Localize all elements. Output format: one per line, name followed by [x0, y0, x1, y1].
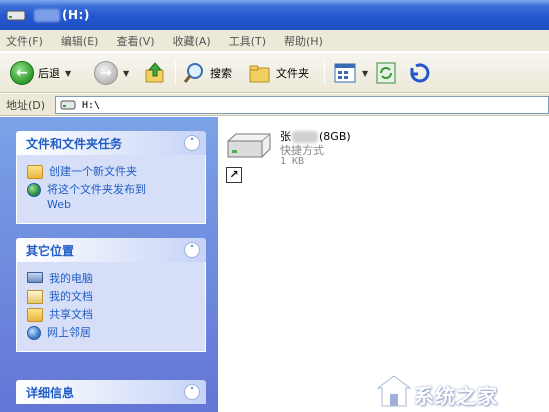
file-tasks-header[interactable]: 文件和文件夹任务 ˄ [16, 131, 206, 155]
task-new-folder[interactable]: 创建一个新文件夹 [27, 164, 195, 179]
file-item-shortcut[interactable]: ↗ 张 (8GB) 快捷方式 1 KB [222, 127, 402, 187]
title-redaction [34, 9, 60, 22]
views-dropdown-icon[interactable]: ▼ [362, 69, 368, 78]
new-folder-icon [27, 165, 43, 179]
details-header[interactable]: 详细信息 ˅ [16, 380, 206, 404]
details-panel: 详细信息 ˅ [16, 380, 206, 404]
folders-label: 文件夹 [276, 67, 309, 80]
menu-bar: 文件(F) 编辑(E) 查看(V) 收藏(A) 工具(T) 帮助(H) [0, 30, 549, 52]
place-my-documents-label: 我的文档 [49, 290, 93, 303]
place-network-label: 网上邻居 [47, 326, 91, 339]
task-pane: 文件和文件夹任务 ˄ 创建一个新文件夹 将这个文件夹发布到 Web 其它位置 ˄ [0, 117, 218, 412]
sync-button[interactable] [375, 59, 397, 87]
back-arrow-icon: ← [10, 61, 34, 85]
publish-web-icon [27, 183, 41, 197]
details-title: 详细信息 [26, 385, 75, 400]
window-title: (H:) [62, 8, 90, 22]
other-places-title: 其它位置 [26, 243, 75, 258]
back-label: 后退 [38, 67, 60, 80]
place-my-computer[interactable]: 我的电脑 [27, 271, 195, 286]
network-places-icon [27, 326, 41, 340]
sync-icon [376, 62, 396, 84]
address-field[interactable]: H:\ [55, 96, 549, 114]
forward-dropdown-icon[interactable]: ▼ [123, 69, 129, 78]
back-button[interactable]: ← 后退 ▼ [10, 59, 71, 87]
back-dropdown-icon[interactable]: ▼ [65, 69, 71, 78]
task-new-folder-label: 创建一个新文件夹 [49, 165, 137, 178]
drive-icon [6, 10, 26, 21]
search-icon [183, 63, 203, 83]
folders-icon [249, 65, 270, 83]
place-shared-documents[interactable]: 共享文档 [27, 307, 195, 322]
shortcut-arrow-icon: ↗ [226, 167, 242, 183]
collapse-chevron-up-icon[interactable]: ˄ [184, 242, 200, 258]
task-publish-web[interactable]: 将这个文件夹发布到 Web [27, 182, 195, 212]
address-bar: 地址(D) H:\ [0, 94, 549, 116]
menu-file[interactable]: 文件(F) [6, 33, 43, 49]
task-publish-web-label: 将这个文件夹发布到 Web [47, 182, 146, 212]
menu-view[interactable]: 查看(V) [116, 33, 154, 49]
toolbar-separator [324, 61, 325, 85]
address-value: H:\ [82, 99, 101, 111]
place-my-documents[interactable]: 我的文档 [27, 289, 195, 304]
views-icon [334, 63, 356, 83]
up-folder-icon [145, 62, 164, 83]
undo-button[interactable] [406, 59, 430, 87]
forward-button[interactable]: → ▼ [94, 59, 129, 87]
menu-favorites[interactable]: 收藏(A) [173, 33, 211, 49]
menu-edit[interactable]: 编辑(E) [61, 33, 99, 49]
menu-tools[interactable]: 工具(T) [229, 33, 266, 49]
place-my-computer-label: 我的电脑 [49, 272, 93, 285]
usb-drive-icon [227, 133, 271, 158]
title-bar: (H:) [0, 0, 549, 30]
my-documents-icon [27, 290, 43, 304]
other-places-body: 我的电脑 我的文档 共享文档 网上邻居 [16, 262, 206, 352]
shared-documents-icon [27, 308, 43, 322]
publish-label-line2: Web [47, 198, 71, 211]
watermark: 系统之家 [372, 372, 547, 410]
watermark-text: 系统之家 [414, 384, 498, 408]
watermark-logo-icon [376, 375, 412, 407]
toolbar: ← 后退 ▼ → ▼ 搜索 文件夹 ▼ [0, 53, 549, 93]
collapse-chevron-up-icon[interactable]: ˄ [184, 135, 200, 151]
undo-icon [410, 63, 430, 83]
file-list-area[interactable]: ↗ 张 (8GB) 快捷方式 1 KB [218, 117, 549, 412]
file-tasks-body: 创建一个新文件夹 将这个文件夹发布到 Web [16, 155, 206, 224]
search-button[interactable]: 搜索 [182, 59, 232, 87]
toolbar-separator [175, 61, 176, 85]
my-computer-icon [27, 272, 43, 283]
other-places-panel: 其它位置 ˄ 我的电脑 我的文档 共享文档 网上邻居 [16, 238, 206, 352]
publish-label-line1: 将这个文件夹发布到 [47, 183, 146, 196]
address-label: 地址(D) [6, 98, 46, 112]
up-button[interactable] [143, 59, 167, 87]
other-places-header[interactable]: 其它位置 ˄ [16, 238, 206, 262]
expand-chevron-down-icon[interactable]: ˅ [184, 384, 200, 400]
forward-arrow-icon: → [94, 61, 118, 85]
file-size: 1 KB [280, 156, 305, 167]
file-tasks-title: 文件和文件夹任务 [26, 136, 123, 151]
views-button[interactable]: ▼ [333, 59, 368, 87]
search-label: 搜索 [210, 67, 232, 80]
drive-icon [60, 100, 76, 110]
place-network[interactable]: 网上邻居 [27, 325, 195, 340]
folders-button[interactable]: 文件夹 [248, 59, 309, 87]
place-shared-documents-label: 共享文档 [49, 308, 93, 321]
file-tasks-panel: 文件和文件夹任务 ˄ 创建一个新文件夹 将这个文件夹发布到 Web [16, 131, 206, 224]
menu-help[interactable]: 帮助(H) [284, 33, 323, 49]
